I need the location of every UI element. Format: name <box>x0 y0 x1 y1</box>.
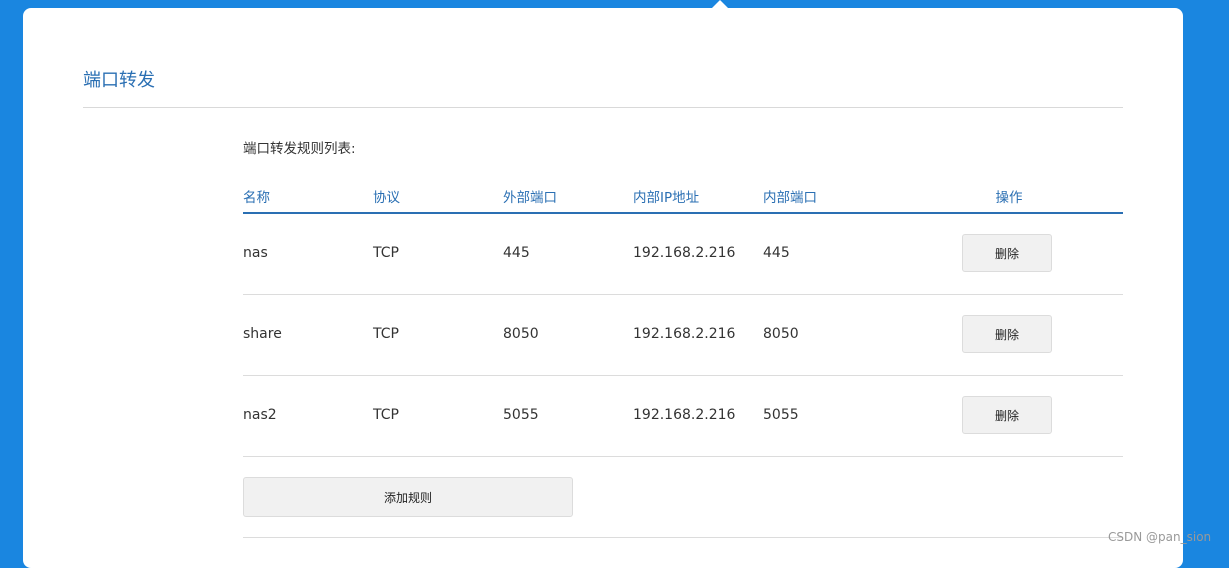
cell-protocol: TCP <box>373 245 399 261</box>
port-forwarding-rules-table: 名称 协议 外部端口 内部IP地址 内部端口 操作 nas TCP 445 19… <box>243 180 1123 538</box>
table-row: nas TCP 445 192.168.2.216 445 删除 <box>243 214 1123 295</box>
title-divider <box>83 107 1123 108</box>
cell-internal-ip: 192.168.2.216 <box>633 245 736 261</box>
delete-rule-button[interactable]: 删除 <box>962 234 1052 272</box>
add-rule-section: 添加规则 <box>243 457 1123 538</box>
panel-pointer <box>710 0 730 10</box>
watermark: CSDN @pan_sion <box>1108 530 1212 544</box>
header-protocol: 协议 <box>373 190 400 206</box>
cell-external-port: 5055 <box>503 407 539 423</box>
cell-internal-port: 5055 <box>763 407 799 423</box>
cell-name: nas <box>243 245 268 261</box>
cell-protocol: TCP <box>373 407 399 423</box>
header-name: 名称 <box>243 190 270 206</box>
cell-external-port: 8050 <box>503 326 539 342</box>
header-internal-port: 内部端口 <box>763 190 817 206</box>
table-row: nas2 TCP 5055 192.168.2.216 5055 删除 <box>243 376 1123 457</box>
cell-name: nas2 <box>243 407 277 423</box>
header-operation: 操作 <box>995 190 1023 206</box>
delete-rule-button[interactable]: 删除 <box>962 396 1052 434</box>
cell-protocol: TCP <box>373 326 399 342</box>
port-forwarding-panel: 端口转发 端口转发规则列表: 名称 协议 外部端口 内部IP地址 内部端口 操作… <box>23 0 1183 568</box>
add-rule-button[interactable]: 添加规则 <box>243 477 573 517</box>
table-header: 名称 协议 外部端口 内部IP地址 内部端口 操作 <box>243 180 1123 214</box>
table-row: share TCP 8050 192.168.2.216 8050 删除 <box>243 295 1123 376</box>
cell-name: share <box>243 326 282 342</box>
cell-internal-port: 8050 <box>763 326 799 342</box>
cell-internal-ip: 192.168.2.216 <box>633 326 736 342</box>
rule-list-caption: 端口转发规则列表: <box>243 141 356 157</box>
page-title: 端口转发 <box>83 70 155 91</box>
delete-rule-button[interactable]: 删除 <box>962 315 1052 353</box>
header-internal-ip: 内部IP地址 <box>633 190 700 206</box>
cell-internal-port: 445 <box>763 245 790 261</box>
cell-external-port: 445 <box>503 245 530 261</box>
cell-internal-ip: 192.168.2.216 <box>633 407 736 423</box>
header-external-port: 外部端口 <box>503 190 557 206</box>
